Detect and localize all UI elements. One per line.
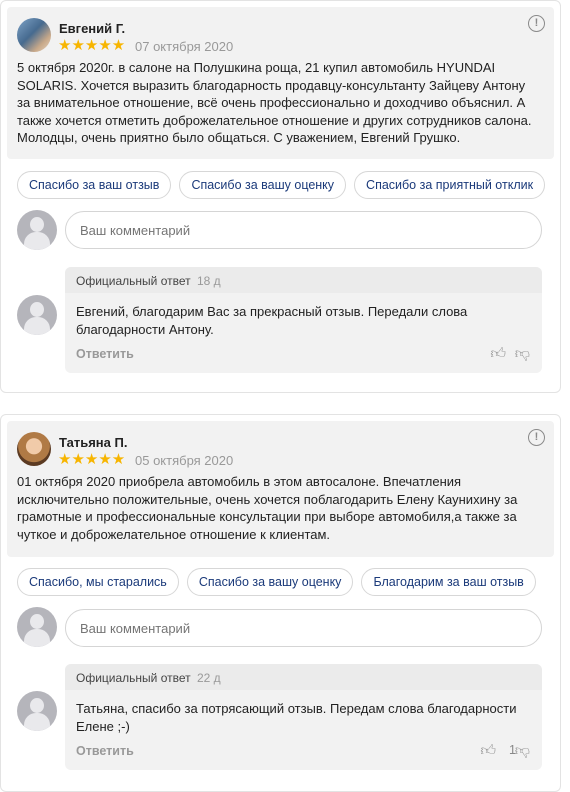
official-reply: Официальный ответ 22 д Татьяна, спасибо …: [65, 664, 542, 770]
quick-reply-chip[interactable]: Спасибо за вашу оценку: [179, 171, 347, 199]
official-reply-title: Официальный ответ: [76, 274, 191, 288]
thumb-down-icon[interactable]: 👎︎: [515, 742, 530, 760]
thumb-up-icon[interactable]: 👍︎: [490, 345, 506, 363]
review-card: Евгений Г. ★★★★★ 07 октября 2020 5 октяб…: [0, 0, 561, 393]
author-name[interactable]: Татьяна П.: [59, 435, 127, 450]
rating-stars: ★★★★★: [58, 452, 125, 468]
thumb-up-icon[interactable]: 👍︎: [480, 742, 496, 760]
star-icon: ★★★★★: [58, 451, 126, 468]
official-reply-header: Официальный ответ 18 д: [65, 267, 542, 293]
official-reply-age: 18 д: [197, 274, 221, 288]
author-avatar[interactable]: [17, 432, 51, 466]
quick-reply-chip[interactable]: Благодарим за ваш отзыв: [361, 568, 536, 596]
comment-input[interactable]: [65, 609, 542, 647]
alert-icon[interactable]: !: [528, 429, 545, 446]
review-date: 05 октября 2020: [135, 453, 234, 468]
review-card: Татьяна П. ★★★★★ 05 октября 2020 01 октя…: [0, 414, 561, 792]
quick-reply-chip[interactable]: Спасибо, мы старались: [17, 568, 179, 596]
comment-input[interactable]: [65, 211, 542, 249]
thumb-down-icon[interactable]: 👎︎: [515, 345, 530, 363]
official-reply-text: Татьяна, спасибо за потрясающий отзыв. П…: [76, 701, 517, 734]
review-box: Татьяна П. ★★★★★ 05 октября 2020 01 октя…: [7, 421, 554, 557]
reply-button[interactable]: Ответить: [76, 744, 134, 758]
official-reply-age: 22 д: [197, 671, 221, 685]
official-reply: Официальный ответ 18 д Евгений, благодар…: [65, 267, 542, 373]
quick-replies: Спасибо, мы старались Спасибо за вашу оц…: [17, 568, 536, 596]
rating-stars: ★★★★★: [58, 38, 125, 54]
reply-button[interactable]: Ответить: [76, 347, 134, 361]
alert-icon[interactable]: !: [528, 15, 545, 32]
official-reply-header: Официальный ответ 22 д: [65, 664, 542, 690]
quick-reply-chip[interactable]: Спасибо за приятный отклик: [354, 171, 546, 199]
review-text: 01 октября 2020 приобрела автомобиль в э…: [17, 474, 518, 542]
official-reply-text: Евгений, благодарим Вас за прекрасный от…: [76, 304, 468, 337]
review-text: 5 октября 2020г. в салоне на Полушкина р…: [17, 60, 532, 145]
quick-reply-chip[interactable]: Спасибо за вашу оценку: [186, 568, 354, 596]
author-name[interactable]: Евгений Г.: [59, 21, 125, 36]
user-placeholder-icon: [17, 210, 57, 250]
star-icon: ★★★★★: [58, 37, 126, 54]
user-placeholder-icon: [17, 295, 57, 335]
author-avatar[interactable]: [17, 18, 51, 52]
review-date: 07 октября 2020: [135, 39, 234, 54]
user-placeholder-icon: [17, 691, 57, 731]
quick-reply-chip[interactable]: Спасибо за ваш отзыв: [17, 171, 172, 199]
user-placeholder-icon: [17, 607, 57, 647]
official-reply-title: Официальный ответ: [76, 671, 191, 685]
quick-replies: Спасибо за ваш отзыв Спасибо за вашу оце…: [17, 171, 546, 199]
review-box: Евгений Г. ★★★★★ 07 октября 2020 5 октяб…: [7, 7, 554, 159]
